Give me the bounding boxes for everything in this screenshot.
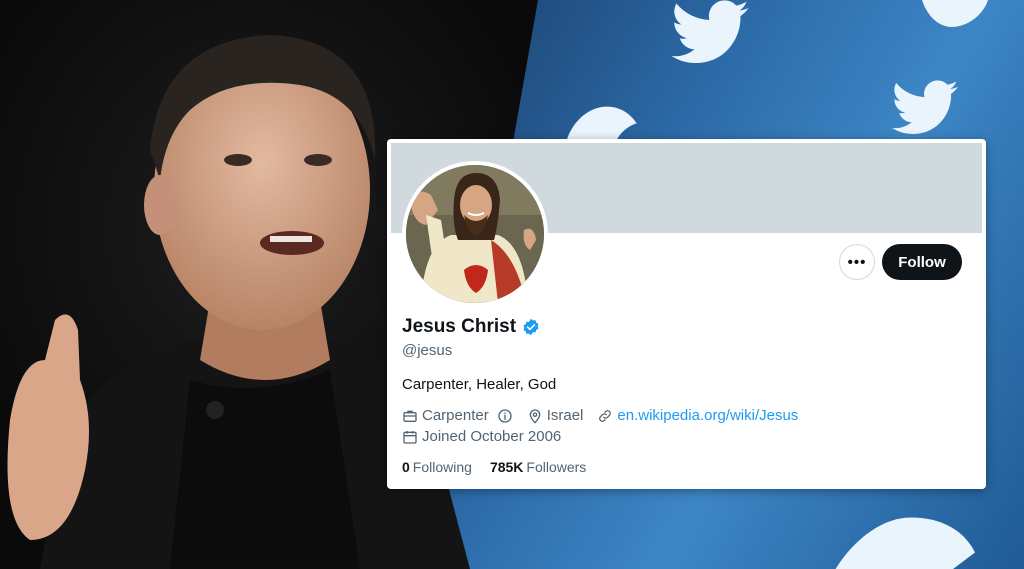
profile-handle: @jesus <box>402 342 453 359</box>
jesus-figure-image <box>406 165 544 303</box>
profile-stats: 0 Following 785K Followers <box>402 459 586 475</box>
followers-label: Followers <box>526 459 587 475</box>
profile-name-row: Jesus Christ <box>402 316 540 338</box>
profile-joined: Joined October 2006 <box>402 428 561 445</box>
profile-joined-row: Joined October 2006 <box>402 428 575 445</box>
profile-occupation: Carpenter <box>402 407 513 424</box>
followers-stat[interactable]: 785K Followers <box>490 459 586 475</box>
following-count: 0 <box>402 459 410 475</box>
twitter-bird-icon <box>566 106 637 140</box>
twitter-bird-icon <box>671 0 749 64</box>
following-stat[interactable]: 0 Following <box>402 459 472 475</box>
profile-website: en.wikipedia.org/wiki/Jesus <box>597 407 798 424</box>
following-label: Following <box>412 459 472 475</box>
calendar-icon <box>403 430 417 444</box>
location-text: Israel <box>546 407 584 424</box>
briefcase-icon <box>403 410 417 422</box>
followers-count: 785K <box>489 459 524 475</box>
profile-card: ••• Follow Jesus Christ @jesus Carpenter… <box>387 139 986 489</box>
profile-name: Jesus Christ <box>402 316 517 337</box>
profile-location: Israel <box>527 407 584 424</box>
twitter-bird-icon <box>835 517 975 569</box>
twitter-bird-icon <box>892 80 958 135</box>
twitter-bird-icon <box>922 0 988 27</box>
more-options-button[interactable]: ••• <box>839 244 875 280</box>
profile-bio: Carpenter, Healer, God <box>402 376 557 393</box>
joined-text: Joined October 2006 <box>422 428 562 445</box>
profile-meta-row: Carpenter Israel en.wikipedia.org/wiki/J… <box>402 407 812 424</box>
website-link[interactable]: en.wikipedia.org/wiki/Jesus <box>617 407 798 424</box>
follow-button[interactable]: Follow <box>882 244 962 280</box>
location-pin-icon <box>529 408 541 424</box>
info-icon[interactable] <box>497 408 513 424</box>
profile-avatar[interactable] <box>402 161 548 307</box>
verified-badge-icon <box>523 318 539 336</box>
occupation-text: Carpenter <box>422 407 489 424</box>
link-icon <box>599 409 612 422</box>
